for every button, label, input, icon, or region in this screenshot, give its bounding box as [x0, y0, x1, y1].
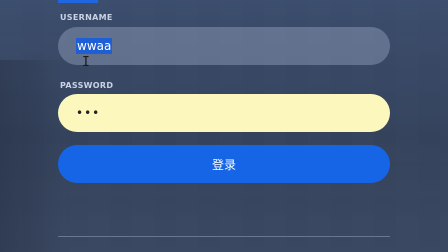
top-accent-bar: [58, 0, 98, 3]
username-label: USERNAME: [60, 13, 113, 22]
text-cursor-icon: I: [82, 55, 90, 70]
divider: [58, 236, 390, 237]
username-input[interactable]: [58, 27, 390, 65]
login-button[interactable]: 登录: [58, 145, 390, 183]
password-label: PASSWORD: [60, 81, 114, 90]
password-input[interactable]: •••: [58, 94, 390, 132]
password-value: •••: [76, 106, 101, 120]
